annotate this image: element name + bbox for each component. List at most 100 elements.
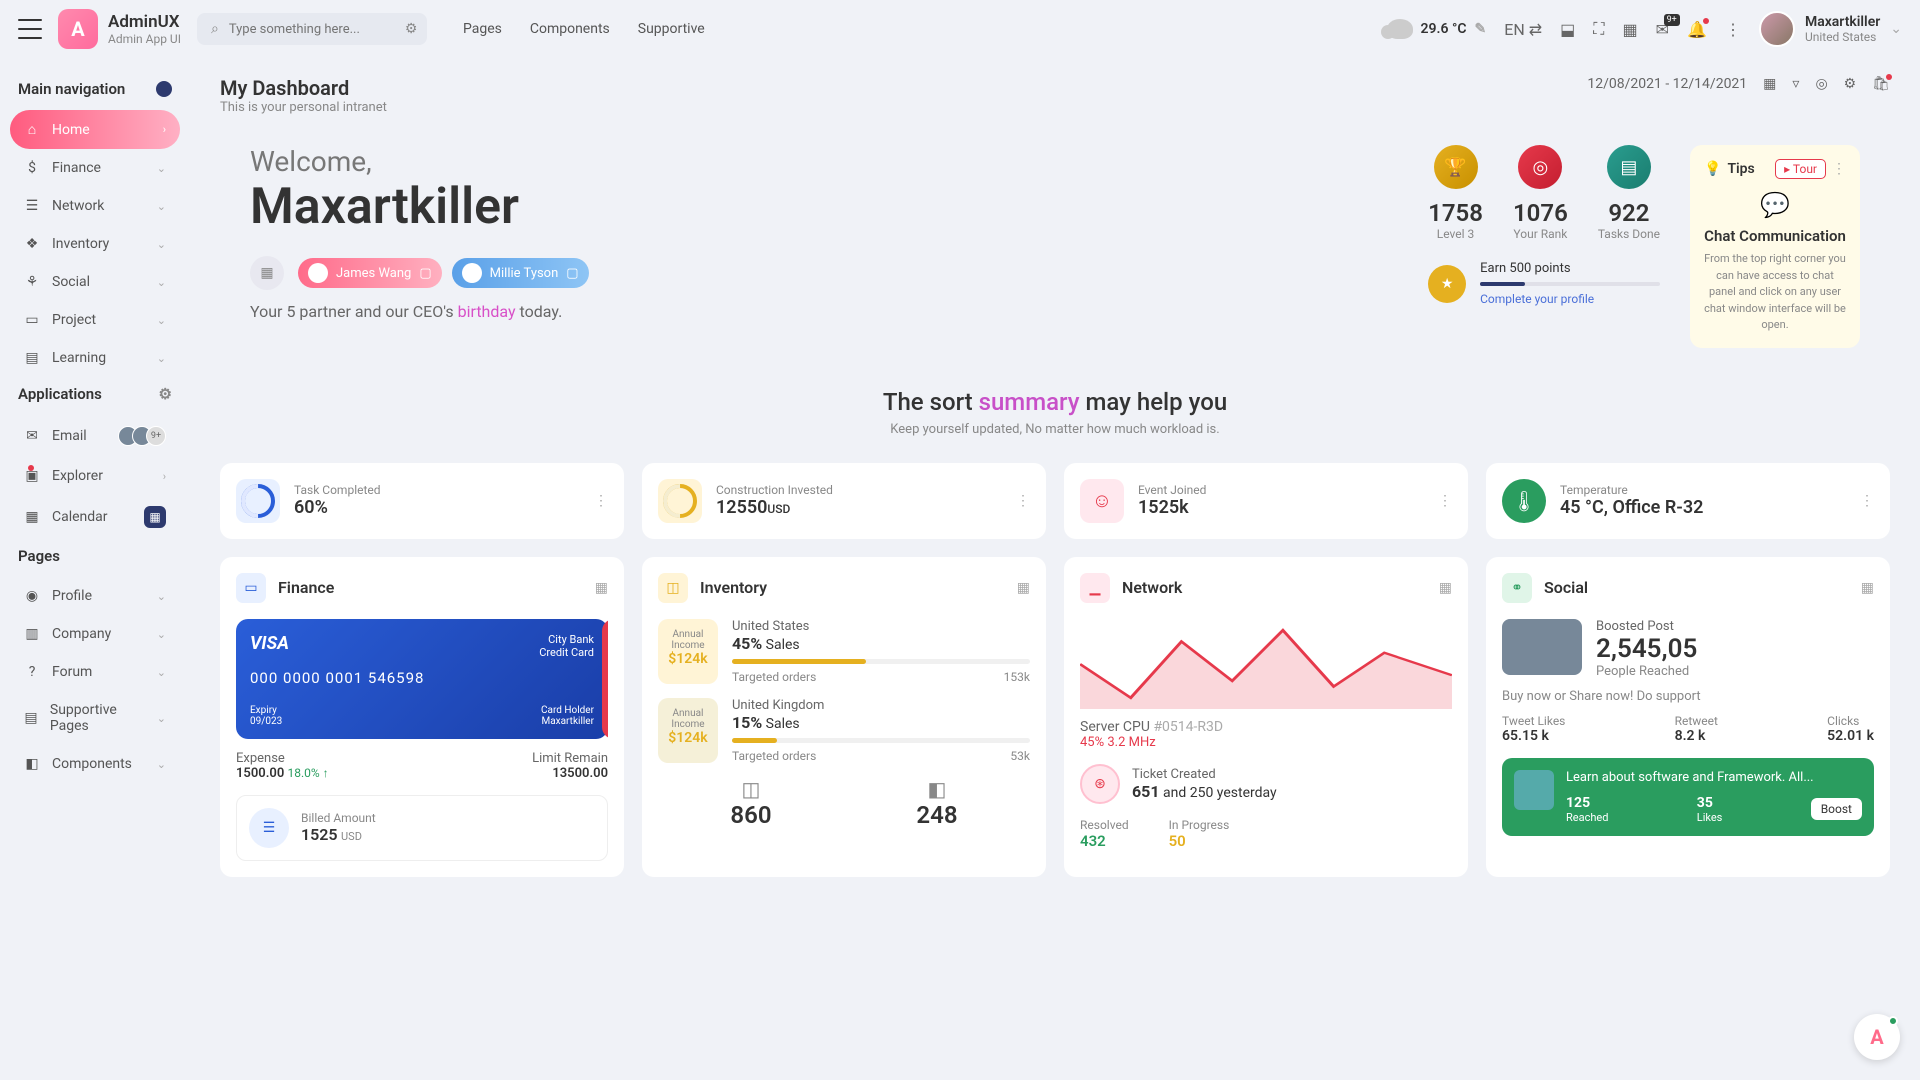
logo-icon: A	[58, 9, 98, 49]
sidebar-item-explorer[interactable]: ▣Explorer›	[10, 457, 180, 495]
sidebar-item-calendar[interactable]: ▦Calendar▦	[10, 495, 180, 539]
email-avatars: 9+	[124, 426, 166, 446]
search-icon: ⌕	[211, 21, 219, 37]
cube-icon: ◫	[658, 573, 688, 603]
boost-button[interactable]: Boost	[1811, 798, 1862, 820]
stat-retweet: Retweet8.2 k	[1675, 714, 1718, 744]
summary-title: The sort summary may help you	[220, 388, 1890, 416]
boosted-post-image	[1502, 619, 1582, 675]
nav-section-pages: Pages	[18, 547, 60, 565]
language-switch[interactable]: EN ⇄	[1504, 20, 1542, 39]
box-icon: ❖	[24, 236, 40, 252]
search-box[interactable]: ⌕ ⚙	[197, 13, 427, 45]
credit-card[interactable]: VISA City BankCredit Card 000 0000 0001 …	[236, 619, 608, 739]
user-menu[interactable]: Maxartkiller United States ⌄	[1759, 11, 1902, 47]
stat-tasks: ▤922Tasks Done	[1598, 145, 1660, 241]
search-input[interactable]	[229, 22, 395, 37]
notifications-icon[interactable]: 🔔	[1687, 20, 1707, 39]
finance-card: ▭Finance▦ VISA City BankCredit Card 000 …	[220, 557, 624, 877]
more-icon[interactable]: ⋮	[1016, 493, 1030, 509]
thermometer-icon: 🌡	[1502, 479, 1546, 523]
sidebar-item-profile[interactable]: ◉Profile⌄	[10, 577, 180, 615]
tour-button[interactable]: ▸ Tour	[1775, 159, 1826, 179]
chat-bubble-icon: 💬	[1704, 191, 1846, 219]
dollar-icon: $	[24, 160, 40, 176]
messages-icon[interactable]: ✉9+	[1656, 20, 1669, 39]
more-icon[interactable]: ⋮	[594, 493, 608, 509]
tips-card: 💡Tips ▸ Tour⋮ 💬 Chat Communication From …	[1690, 145, 1860, 348]
book-icon: ▤	[24, 350, 40, 366]
building-icon: ▥	[24, 626, 40, 642]
menu-toggle[interactable]	[18, 19, 42, 39]
sidebar-item-inventory[interactable]: ❖Inventory⌄	[10, 225, 180, 263]
brand[interactable]: A AdminUX Admin App UI	[58, 9, 181, 49]
sidebar-item-forum[interactable]: ?Forum⌄	[10, 653, 180, 691]
star-icon: ★	[1428, 265, 1466, 303]
user-circle-icon[interactable]	[156, 81, 172, 97]
date-range[interactable]: 12/08/2021 - 12/14/2021	[1587, 76, 1747, 92]
sidebar-item-supportive[interactable]: ▤Supportive Pages⌄	[10, 691, 180, 745]
task-ring-icon	[236, 479, 280, 523]
fab-button[interactable]: A	[1854, 1014, 1900, 1060]
more-icon[interactable]: ⋮	[1860, 493, 1874, 509]
expand-icon[interactable]: ▦	[1439, 580, 1452, 596]
earn-points[interactable]: ★ Earn 500 points Complete your profile	[1428, 261, 1660, 306]
stat-clicks: Clicks52.01 k	[1827, 714, 1874, 744]
sidebar-item-learning[interactable]: ▤Learning⌄	[10, 339, 180, 377]
settings-icon[interactable]: ⚙	[159, 385, 172, 403]
more-vert-icon[interactable]: ⋮	[1832, 161, 1846, 177]
edit-icon[interactable]: ✎	[1475, 21, 1487, 37]
more-icon[interactable]: ⋮	[1725, 20, 1741, 39]
brand-sub: Admin App UI	[108, 32, 181, 46]
sidebar-item-email[interactable]: ✉Email 9+	[10, 415, 180, 457]
mail-icon: ✉	[24, 428, 40, 444]
sidebar-item-network[interactable]: ☰Network⌄	[10, 187, 180, 225]
user-country: United States	[1805, 30, 1880, 44]
more-icon[interactable]: ⋮	[1438, 493, 1452, 509]
network-icon: ☰	[24, 198, 40, 214]
filter-icon-2[interactable]: ▿	[1792, 76, 1799, 92]
nav-pages[interactable]: Pages	[463, 21, 502, 37]
receipt-icon: ☰	[249, 808, 289, 848]
truck-icon: ◧	[916, 777, 957, 801]
calendar-picker-icon[interactable]: ▦	[1763, 76, 1776, 92]
help-ring-icon[interactable]: ◎	[1815, 76, 1827, 92]
profile-icon: ◉	[24, 588, 40, 604]
stat-resolved: Resolved432	[1080, 818, 1129, 850]
money-icon: ▭	[236, 573, 266, 603]
inventory-shipments: ◧248	[916, 777, 957, 829]
sidebar-item-components[interactable]: ◧Components⌄	[10, 745, 180, 783]
sidebar-item-finance[interactable]: $Finance⌄	[10, 149, 180, 187]
expand-icon[interactable]: ▦	[1861, 580, 1874, 596]
sidebar-item-social[interactable]: ⚘Social⌄	[10, 263, 180, 301]
expand-icon[interactable]: ▦	[1017, 580, 1030, 596]
apps-icon[interactable]: ▦	[1622, 20, 1637, 39]
sidebar-item-project[interactable]: ▭Project⌄	[10, 301, 180, 339]
home-icon: ⌂	[24, 121, 40, 138]
fullscreen-icon[interactable]: ⛶	[1593, 19, 1604, 39]
pages-icon: ▤	[24, 710, 38, 726]
inventory-packages: ◫860	[730, 777, 771, 829]
help-icon: ?	[24, 664, 40, 680]
sidebar-item-company[interactable]: ▥Company⌄	[10, 615, 180, 653]
nav-components[interactable]: Components	[530, 21, 610, 37]
cloud-download-icon[interactable]: ⬓	[1560, 20, 1575, 39]
progress-bar	[1480, 282, 1660, 286]
billed-amount: ☰Billed Amount1525 USD	[236, 795, 608, 861]
cart-icon[interactable]: 🛍	[1872, 76, 1890, 92]
sidebar-item-home[interactable]: ⌂Home›	[10, 110, 180, 149]
filter-icon[interactable]: ⚙	[405, 21, 418, 37]
partner-chip-1[interactable]: James Wang▢	[298, 258, 442, 288]
page-subtitle: This is your personal intranet	[220, 100, 387, 115]
chevron-down-icon: ⌄	[1890, 21, 1902, 37]
gear-icon[interactable]: ⚙	[1844, 76, 1857, 92]
next-card[interactable]	[602, 619, 608, 739]
partner-chip-2[interactable]: Millie Tyson▢	[452, 258, 589, 288]
network-card: ▁Network▦ Server CPU #0514-R3D 45% 3.2 M…	[1064, 557, 1468, 877]
nav-section-apps: Applications	[18, 385, 102, 403]
trophy-icon: 🏆	[1434, 145, 1478, 189]
nav-supportive[interactable]: Supportive	[638, 21, 705, 37]
expand-icon[interactable]: ▦	[595, 580, 608, 596]
cpu-label: Server CPU #0514-R3D	[1080, 719, 1452, 735]
income-box-1: AnnualIncome$124k	[658, 619, 718, 684]
